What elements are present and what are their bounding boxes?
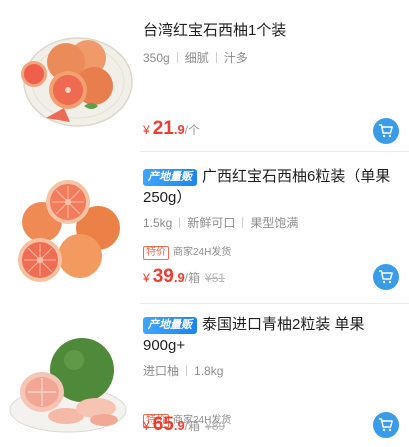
- attribute: 进口柚: [143, 364, 180, 378]
- add-to-cart-button[interactable]: [373, 412, 399, 438]
- attribute: 350g: [143, 51, 170, 65]
- attribute: 细腻: [184, 51, 209, 65]
- product-title: 台湾红宝石西柚1个装: [143, 22, 287, 39]
- attribute: 汁多: [223, 51, 248, 65]
- price-decimal: .9: [173, 122, 185, 137]
- attribute: 1.5kg: [143, 216, 173, 230]
- original-price: ¥89: [205, 419, 226, 433]
- origin-bulk-tag: 产地量贩: [143, 169, 197, 186]
- price-unit: /箱: [184, 419, 201, 433]
- price-unit: /个: [184, 123, 201, 137]
- currency-symbol: ¥: [143, 123, 150, 137]
- product-info: 台湾红宝石西柚1个装 350g 细腻 汁多: [143, 20, 397, 66]
- price-integer: 39: [152, 266, 174, 287]
- add-to-cart-button[interactable]: [373, 264, 399, 290]
- currency-symbol: ¥: [143, 271, 150, 285]
- grapefruit-plate-image: [21, 37, 133, 127]
- product-title: 产地量贩 泰国进口青柚2粒装 单果900g+: [143, 316, 365, 354]
- promo-row: 特价 商家24H发货: [143, 246, 397, 260]
- pomelo-plate-image: [9, 338, 127, 433]
- price-unit: /箱: [184, 271, 201, 285]
- grapefruit-halves-image: [18, 180, 120, 282]
- special-price-badge: 特价: [143, 246, 169, 260]
- product-list: 台湾红宝石西柚1个装 350g 细腻 汁多 ¥21.9/个 产地量贩 广西红宝石…: [0, 0, 409, 447]
- product-card[interactable]: 台湾红宝石西柚1个装 350g 细腻 汁多 ¥21.9/个: [0, 0, 409, 152]
- price-decimal: .9: [173, 270, 185, 285]
- shipping-note: 商家24H发货: [173, 247, 232, 258]
- original-price: ¥51: [205, 271, 226, 285]
- price: ¥65.9/箱 ¥89: [143, 414, 225, 436]
- price-integer: 65: [152, 414, 174, 435]
- product-card[interactable]: 产地量贩 广西红宝石西柚6粒装（单果250g） 1.5kg 新鲜可口 果型饱满 特价商…: [0, 152, 409, 304]
- attribute: 新鲜可口: [187, 216, 236, 230]
- shopping-cart-icon: [379, 270, 393, 284]
- price-decimal: .9: [173, 418, 185, 433]
- product-attributes: 350g 细腻 汁多: [143, 50, 397, 66]
- attribute: 1.8kg: [194, 364, 224, 378]
- shopping-cart-icon: [379, 124, 393, 138]
- product-info: 产地量贩 泰国进口青柚2粒装 单果900g+ 进口柚 1.8kg 特价 商家24H发货: [143, 314, 397, 428]
- product-title: 产地量贩 广西红宝石西柚6粒装（单果250g）: [143, 168, 391, 206]
- product-card[interactable]: 产地量贩 泰国进口青柚2粒装 单果900g+ 进口柚 1.8kg 特价 商家24H发货…: [0, 304, 409, 447]
- shopping-cart-icon: [379, 418, 393, 432]
- price: ¥39.9/箱 ¥51: [143, 266, 225, 288]
- price-integer: 21: [152, 118, 174, 139]
- product-info: 产地量贩 广西红宝石西柚6粒装（单果250g） 1.5kg 新鲜可口 果型饱满 特价商…: [143, 166, 397, 260]
- add-to-cart-button[interactable]: [373, 118, 399, 144]
- product-attributes: 进口柚 1.8kg: [143, 363, 397, 379]
- price: ¥21.9/个: [143, 118, 200, 140]
- product-attributes: 1.5kg 新鲜可口 果型饱满: [143, 215, 397, 231]
- currency-symbol: ¥: [143, 419, 150, 433]
- attribute: 果型饱满: [250, 216, 299, 230]
- origin-bulk-tag: 产地量贩: [143, 317, 197, 334]
